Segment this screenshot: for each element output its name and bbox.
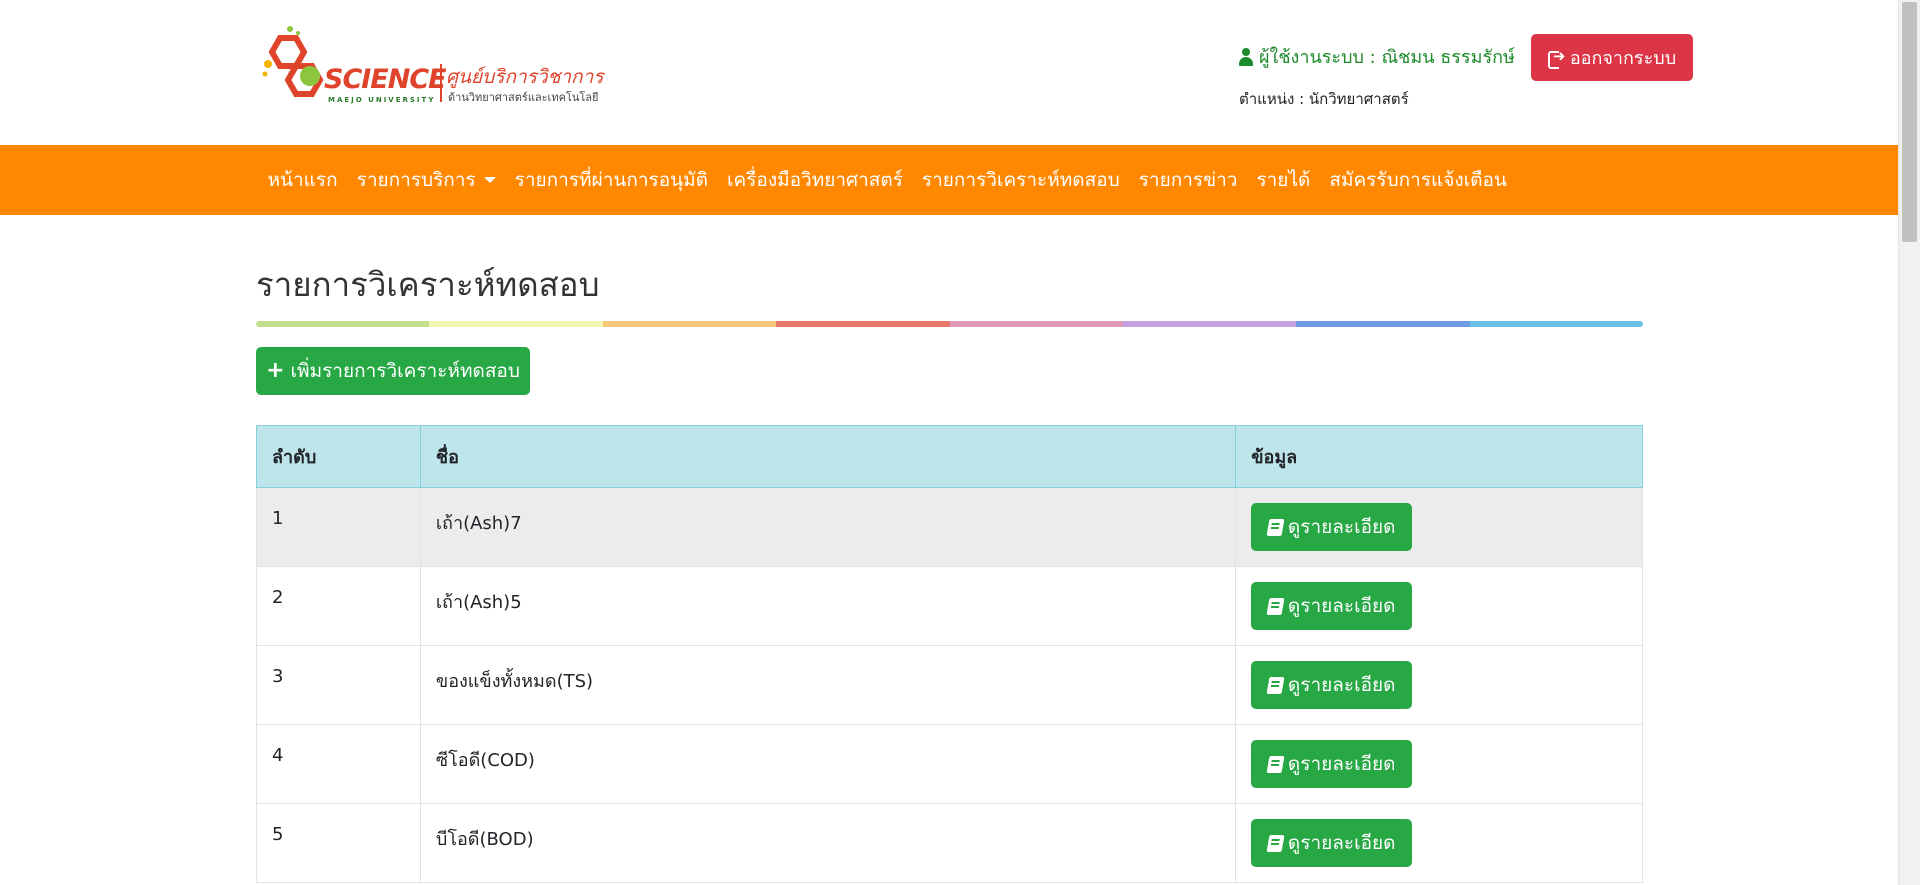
logo-word: SCIENCE (324, 64, 447, 95)
logout-button[interactable]: ออกจากระบบ (1531, 34, 1693, 81)
view-details-label: ดูรายละเอียด (1287, 753, 1396, 775)
table-row: 1 เถ้า(Ash)7 ดูรายละเอียด (256, 487, 1643, 567)
main-navbar: หน้าแรก รายการบริการ รายการที่ผ่านการอนุ… (0, 145, 1898, 215)
nav-item-instruments[interactable]: เครื่องมือวิทยาศาสตร์ (718, 165, 913, 195)
logo-divider (440, 64, 442, 102)
row-action-cell: ดูรายละเอียด (1235, 724, 1643, 804)
book-icon (1266, 597, 1285, 615)
row-name: ซีโอดี(COD) (419, 724, 1237, 804)
nav-item-income[interactable]: รายได้ (1247, 165, 1320, 195)
user-label: ผู้ใช้งานระบบ : ณิชมน ธรรมรักษ์ (1259, 47, 1515, 68)
caret-down-icon (483, 177, 496, 183)
row-number: 3 (256, 645, 421, 725)
nav-label: รายได้ (1256, 169, 1311, 191)
table-header-row: ลำดับ ชื่อ ข้อมูล (256, 425, 1643, 488)
analysis-table: ลำดับ ชื่อ ข้อมูล 1 เถ้า(Ash)7 ดูรายละเอ… (256, 425, 1643, 883)
sign-out-icon (1547, 47, 1566, 69)
header-name: ชื่อ (419, 425, 1237, 488)
user-position: ตำแหน่ง : นักวิทยาศาสตร์ (1239, 90, 1409, 108)
table-row: 2 เถ้า(Ash)5 ดูรายละเอียด (256, 566, 1643, 646)
page-scrollbar[interactable] (1898, 0, 1920, 885)
header-order: ลำดับ (256, 425, 421, 488)
view-details-label: ดูรายละเอียด (1287, 832, 1396, 854)
view-details-button[interactable]: ดูรายละเอียด (1251, 661, 1413, 709)
view-details-button[interactable]: ดูรายละเอียด (1251, 503, 1413, 551)
user-info: ผู้ใช้งานระบบ : ณิชมน ธรรมรักษ์ (1239, 42, 1515, 71)
plus-icon: + (266, 358, 285, 383)
row-action-cell: ดูรายละเอียด (1235, 566, 1643, 646)
row-number: 2 (256, 566, 421, 646)
nav-label: รายการข่าว (1138, 169, 1238, 191)
row-number: 4 (256, 724, 421, 804)
nav-label: รายการบริการ (356, 169, 476, 191)
table-row: 3 ของแข็งทั้งหมด(TS) ดูรายละเอียด (256, 645, 1643, 725)
book-icon (1266, 518, 1285, 536)
header: SCIENCE MAEJO UNIVERSITY ศูนย์บริการวิชา… (0, 0, 1898, 145)
header-info: ข้อมูล (1235, 425, 1643, 488)
nav-item-approved[interactable]: รายการที่ผ่านการอนุมัติ (505, 165, 717, 195)
table-row: 5 บีโอดี(BOD) ดูรายละเอียด (256, 803, 1643, 883)
nav-label: รายการที่ผ่านการอนุมัติ (514, 169, 709, 191)
row-name: เถ้า(Ash)7 (419, 487, 1237, 567)
nav-label: สมัครรับการแจ้งเตือน (1329, 169, 1507, 191)
scrollbar-thumb[interactable] (1902, 2, 1917, 242)
nav-label: รายการวิเคราะห์ทดสอบ (921, 169, 1120, 191)
row-action-cell: ดูรายละเอียด (1235, 645, 1643, 725)
nav-label: เครื่องมือวิทยาศาสตร์ (727, 169, 903, 191)
add-analysis-label: เพิ่มรายการวิเคราะห์ทดสอบ (290, 360, 520, 382)
nav-item-services-dropdown[interactable]: รายการบริการ (347, 165, 505, 195)
user-icon (1239, 47, 1253, 66)
logo[interactable]: SCIENCE MAEJO UNIVERSITY ศูนย์บริการวิชา… (262, 24, 603, 104)
row-number: 1 (256, 487, 421, 567)
view-details-label: ดูรายละเอียด (1287, 595, 1396, 617)
book-icon (1266, 755, 1285, 773)
nav-item-home[interactable]: หน้าแรก (258, 165, 347, 195)
add-analysis-button[interactable]: + เพิ่มรายการวิเคราะห์ทดสอบ (256, 347, 530, 395)
view-details-label: ดูรายละเอียด (1287, 516, 1396, 538)
row-name: บีโอดี(BOD) (419, 803, 1237, 883)
table-row: 4 ซีโอดี(COD) ดูรายละเอียด (256, 724, 1643, 804)
row-action-cell: ดูรายละเอียด (1235, 803, 1643, 883)
view-details-button[interactable]: ดูรายละเอียด (1251, 582, 1413, 630)
view-details-button[interactable]: ดูรายละเอียด (1251, 819, 1413, 867)
view-details-button[interactable]: ดูรายละเอียด (1251, 740, 1413, 788)
nav-item-subscribe[interactable]: สมัครรับการแจ้งเตือน (1320, 165, 1517, 195)
nav-label: หน้าแรก (267, 169, 338, 191)
view-details-label: ดูรายละเอียด (1287, 674, 1396, 696)
logo-university: MAEJO UNIVERSITY (328, 96, 436, 104)
row-number: 5 (256, 803, 421, 883)
row-name: ของแข็งทั้งหมด(TS) (419, 645, 1237, 725)
rainbow-divider (256, 321, 1643, 327)
nav-item-analysis[interactable]: รายการวิเคราะห์ทดสอบ (912, 165, 1129, 195)
page-title: รายการวิเคราะห์ทดสอบ (256, 265, 600, 304)
logo-thai-subtitle: ด้านวิทยาศาสตร์และเทคโนโลยี (448, 91, 599, 104)
book-icon (1266, 834, 1285, 852)
row-action-cell: ดูรายละเอียด (1235, 487, 1643, 567)
book-icon (1266, 676, 1285, 694)
logout-label: ออกจากระบบ (1569, 48, 1677, 69)
nav-item-news[interactable]: รายการข่าว (1129, 165, 1247, 195)
row-name: เถ้า(Ash)5 (419, 566, 1237, 646)
